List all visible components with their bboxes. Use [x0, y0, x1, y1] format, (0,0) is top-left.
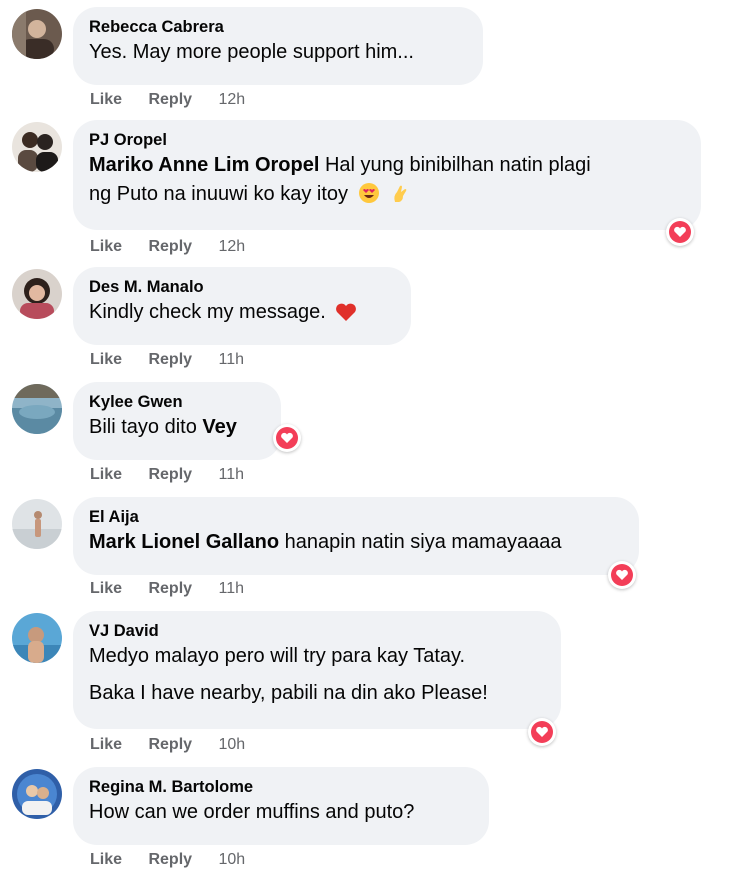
heart-reaction-icon: [669, 221, 691, 243]
comment-text: Bili tayo dito Vey: [89, 413, 265, 442]
comment-actions: Like Reply 11h: [90, 579, 244, 599]
comment-actions: Like Reply 10h: [90, 735, 245, 755]
comment-bubble: Regina M. Bartolome How can we order muf…: [73, 767, 489, 845]
heart-reaction-icon: [611, 564, 633, 586]
comment-actions: Like Reply 12h: [90, 90, 245, 110]
comment-bubble: El Aija Mark Lionel Gallano hanapin nati…: [73, 497, 639, 575]
comment-text-part: ng Puto na inuuwi ko kay itoy: [89, 183, 349, 205]
comment-actions: Like Reply 10h: [90, 850, 245, 870]
comment-text: Mariko Anne Lim Oropel Hal yung binibilh…: [89, 151, 685, 213]
comment-text: Mark Lionel Gallano hanapin natin siya m…: [89, 528, 623, 557]
comment-text-part: hanapin natin siya mamayaaaa: [279, 531, 562, 553]
like-button[interactable]: Like: [90, 736, 122, 753]
comment-bubble: Kylee Gwen Bili tayo dito Vey: [73, 382, 281, 460]
avatar[interactable]: [12, 9, 62, 59]
comment-timestamp[interactable]: 11h: [219, 580, 245, 597]
reply-button[interactable]: Reply: [148, 91, 192, 108]
comment-author[interactable]: El Aija: [89, 506, 623, 528]
avatar[interactable]: [12, 269, 62, 319]
heart-reaction-icon: [276, 427, 298, 449]
red-heart-emoji: [335, 302, 357, 331]
comment-actions: Like Reply 11h: [90, 465, 244, 485]
reply-button[interactable]: Reply: [148, 736, 192, 753]
comment-bubble: Rebecca Cabrera Yes. May more people sup…: [73, 7, 483, 85]
avatar[interactable]: [12, 122, 62, 172]
like-button[interactable]: Like: [90, 238, 122, 255]
heart-reaction-icon: [531, 721, 553, 743]
avatar[interactable]: [12, 499, 62, 549]
avatar[interactable]: [12, 384, 62, 434]
heart-eyes-emoji: [358, 182, 380, 213]
reply-button[interactable]: Reply: [148, 238, 192, 255]
comment-timestamp[interactable]: 10h: [219, 851, 246, 868]
reply-button[interactable]: Reply: [148, 851, 192, 868]
pinching-hand-emoji: [389, 182, 411, 213]
like-button[interactable]: Like: [90, 466, 122, 483]
like-button[interactable]: Like: [90, 851, 122, 868]
comment-bubble: PJ Oropel Mariko Anne Lim Oropel Hal yun…: [73, 120, 701, 230]
like-button[interactable]: Like: [90, 580, 122, 597]
like-button[interactable]: Like: [90, 351, 122, 368]
mention-link[interactable]: Mark Lionel Gallano: [89, 531, 279, 553]
comment-timestamp[interactable]: 12h: [219, 91, 246, 108]
comment-text-part: Baka I have nearby, pabili na din ako Pl…: [89, 682, 488, 704]
comment-text: How can we order muffins and puto?: [89, 801, 415, 823]
comment-timestamp[interactable]: 11h: [219, 351, 245, 368]
comment-actions: Like Reply 11h: [90, 350, 244, 370]
comment-timestamp[interactable]: 11h: [219, 466, 245, 483]
comment-text: Kindly check my message.: [89, 298, 395, 331]
reply-button[interactable]: Reply: [148, 580, 192, 597]
comment-bubble: VJ David Medyo malayo pero will try para…: [73, 611, 561, 729]
comment-author[interactable]: Kylee Gwen: [89, 391, 265, 413]
reply-button[interactable]: Reply: [148, 466, 192, 483]
reaction-badge[interactable]: [528, 718, 556, 746]
mention-link[interactable]: Mariko Anne Lim Oropel: [89, 154, 319, 176]
avatar[interactable]: [12, 769, 62, 819]
comment-timestamp[interactable]: 12h: [219, 238, 246, 255]
mention-link[interactable]: Vey: [202, 416, 236, 438]
reply-button[interactable]: Reply: [148, 351, 192, 368]
comment-timestamp[interactable]: 10h: [219, 736, 246, 753]
comment-text-part: Hal yung binibilhan natin plagi: [319, 154, 591, 176]
comment-author[interactable]: Regina M. Bartolome: [89, 776, 473, 798]
comment-author[interactable]: PJ Oropel: [89, 129, 685, 151]
comment-bubble: Des M. Manalo Kindly check my message.: [73, 267, 411, 345]
comment-author[interactable]: Rebecca Cabrera: [89, 16, 467, 38]
like-button[interactable]: Like: [90, 91, 122, 108]
comment-author[interactable]: VJ David: [89, 620, 545, 642]
comment-text-part: Kindly check my message.: [89, 301, 326, 323]
reaction-badge[interactable]: [273, 424, 301, 452]
reaction-badge[interactable]: [608, 561, 636, 589]
comment-author[interactable]: Des M. Manalo: [89, 276, 395, 298]
comment-text-part: Bili tayo dito: [89, 416, 203, 438]
comment-text: Medyo malayo pero will try para kay Tata…: [89, 642, 545, 708]
avatar[interactable]: [12, 613, 62, 663]
comment-text-part: Medyo malayo pero will try para kay Tata…: [89, 645, 466, 667]
comment-text: Yes. May more people support him...: [89, 41, 414, 63]
comment-actions: Like Reply 12h: [90, 237, 245, 257]
reaction-badge[interactable]: [666, 218, 694, 246]
